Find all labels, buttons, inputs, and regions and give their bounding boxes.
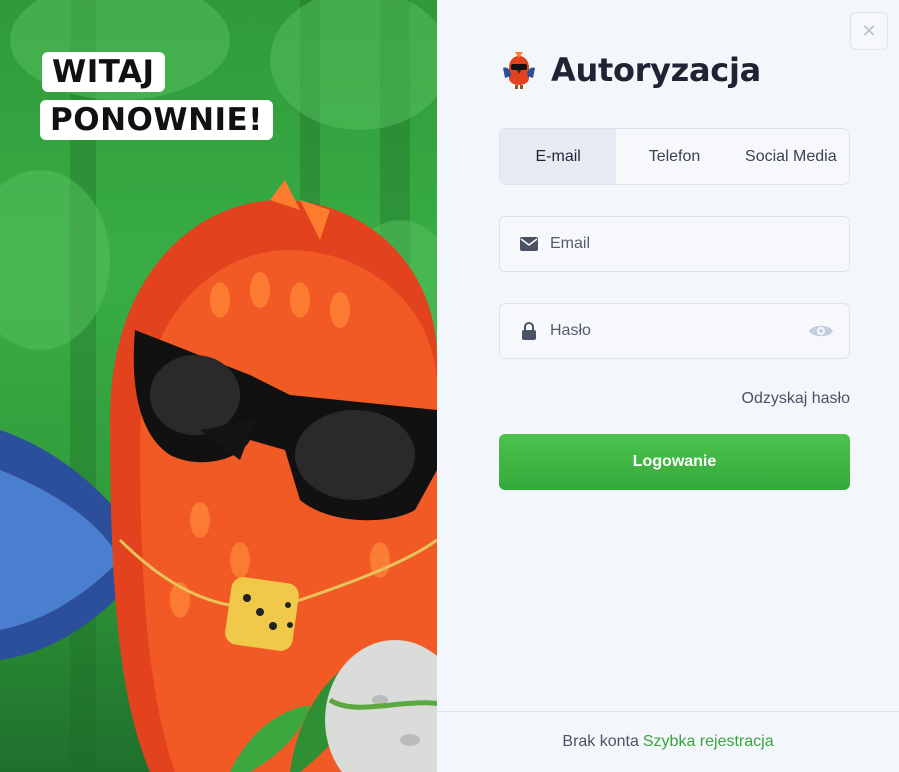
password-field[interactable] — [499, 303, 850, 359]
tab-social-media[interactable]: Social Media — [733, 129, 849, 184]
page-title: Autoryzacja — [551, 51, 761, 89]
welcome-line-2: PONOWNIE! — [40, 100, 273, 140]
tab-phone[interactable]: Telefon — [616, 129, 732, 184]
auth-panel: ✕ Autoryzacja E-mail Telefon Social Medi… — [437, 0, 899, 772]
lock-icon — [520, 322, 538, 340]
welcome-banner: WITAJ PONOWNIE! — [12, 50, 273, 150]
close-icon: ✕ — [861, 20, 877, 41]
tab-email[interactable]: E-mail — [500, 129, 617, 184]
auth-footer: Brak konta Szybka rejestracja — [437, 711, 899, 772]
hero-banner: WITAJ PONOWNIE! — [0, 0, 437, 772]
welcome-line-1: WITAJ — [42, 52, 165, 92]
password-input[interactable] — [548, 321, 807, 341]
no-account-text: Brak konta — [562, 733, 639, 750]
close-button[interactable]: ✕ — [850, 12, 888, 50]
email-input[interactable] — [548, 234, 849, 254]
eye-icon[interactable] — [807, 321, 835, 341]
email-field[interactable] — [499, 216, 850, 272]
quick-register-link[interactable]: Szybka rejestracja — [643, 733, 774, 751]
recover-password-link[interactable]: Odzyskaj hasło — [742, 390, 851, 408]
auth-header: Autoryzacja — [499, 50, 761, 90]
envelope-icon — [520, 235, 538, 253]
bird-logo-icon — [503, 52, 535, 89]
login-button[interactable]: Logowanie — [499, 434, 850, 490]
auth-method-tabs: E-mail Telefon Social Media — [499, 128, 850, 185]
